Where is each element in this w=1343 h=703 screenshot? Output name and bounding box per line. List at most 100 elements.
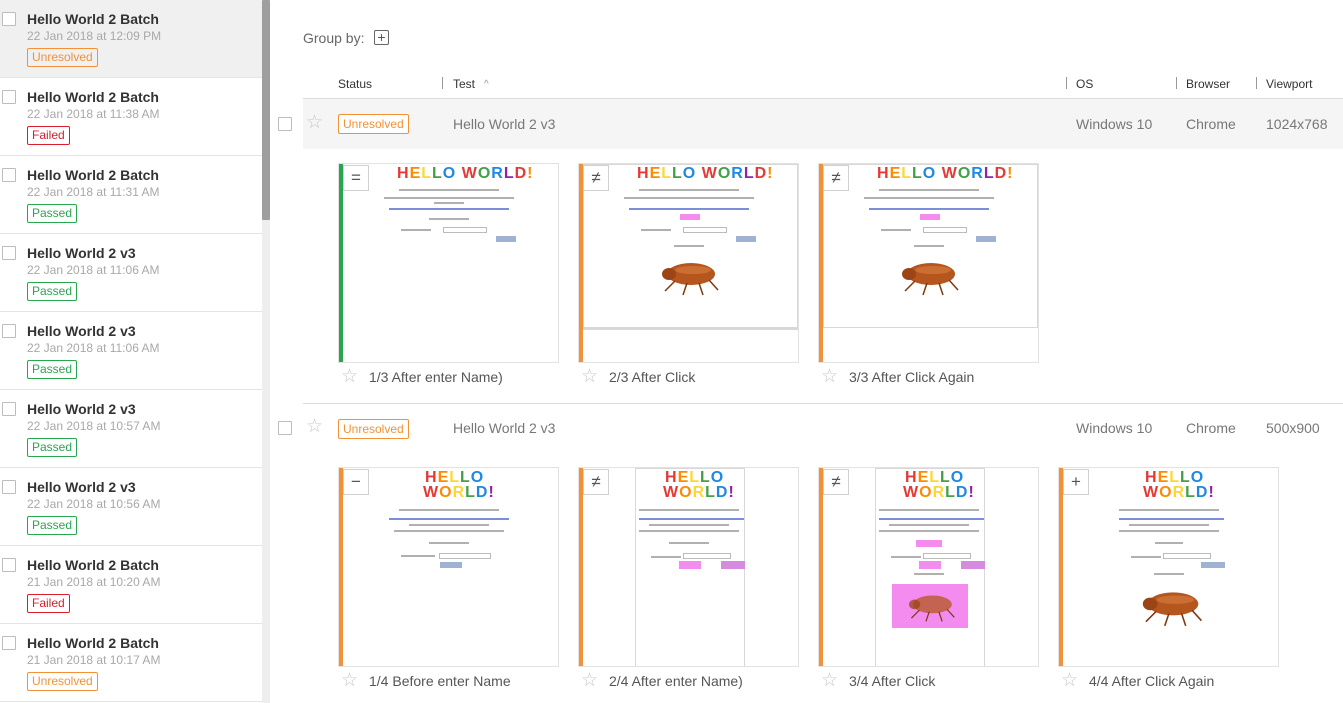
- batch-item[interactable]: Hello World 2 Batch 22 Jan 2018 at 11:31…: [0, 156, 262, 234]
- screenshot-text-line: [889, 524, 969, 526]
- batch-checkbox[interactable]: [2, 324, 16, 338]
- star-icon[interactable]: ☆: [581, 367, 598, 387]
- batch-date: 21 Jan 2018 at 10:20 AM: [27, 575, 161, 589]
- batch-date: 21 Jan 2018 at 10:17 AM: [27, 653, 161, 667]
- batch-status-badge: Passed: [27, 282, 78, 301]
- batch-item[interactable]: Hello World 2 v3 22 Jan 2018 at 10:57 AM…: [0, 390, 262, 468]
- sidebar-scrollbar-thumb[interactable]: [262, 0, 270, 220]
- screenshot-text-line: [639, 530, 739, 532]
- screenshot-button: [736, 236, 756, 242]
- batch-date: 22 Jan 2018 at 11:31 AM: [27, 185, 160, 199]
- column-header-status[interactable]: Status: [338, 77, 372, 91]
- batch-status-badge: Unresolved: [27, 672, 98, 691]
- app-root: Hello World 2 Batch 22 Jan 2018 at 12:09…: [0, 0, 1343, 703]
- star-icon[interactable]: ☆: [581, 671, 598, 691]
- batch-date: 22 Jan 2018 at 11:06 AM: [27, 341, 160, 355]
- not-equal-icon: ≠: [583, 165, 609, 191]
- column-header-browser[interactable]: Browser: [1186, 77, 1230, 91]
- screenshot-text-line: [639, 509, 739, 511]
- batch-status-badge: Passed: [27, 204, 78, 223]
- star-icon[interactable]: ☆: [1061, 671, 1078, 691]
- batch-checkbox[interactable]: [2, 12, 16, 26]
- bedbug-image: [662, 263, 719, 296]
- step-thumbnail[interactable]: = HELLO WORLD!: [338, 163, 559, 363]
- step-label[interactable]: 2/3 After Click: [609, 369, 695, 385]
- test-row-checkbox[interactable]: [278, 421, 292, 435]
- star-icon[interactable]: ☆: [821, 367, 838, 387]
- test-name[interactable]: Hello World 2 v3: [453, 420, 555, 436]
- test-name[interactable]: Hello World 2 v3: [453, 116, 555, 132]
- star-icon[interactable]: ☆: [306, 417, 323, 437]
- batch-checkbox[interactable]: [2, 402, 16, 416]
- batch-checkbox[interactable]: [2, 480, 16, 494]
- screenshot-text-line: [639, 518, 744, 520]
- screenshot-text-line: [401, 555, 435, 557]
- batch-status-badge: Failed: [27, 594, 70, 613]
- batch-item[interactable]: Hello World 2 Batch 21 Jan 2018 at 10:17…: [0, 624, 262, 702]
- batch-item[interactable]: Hello World 2 Batch 22 Jan 2018 at 11:38…: [0, 78, 262, 156]
- batch-item[interactable]: Hello World 2 v3 22 Jan 2018 at 10:56 AM…: [0, 468, 262, 546]
- test-browser: Chrome: [1186, 116, 1236, 132]
- screenshot-text-line: [384, 197, 514, 199]
- step-label[interactable]: 3/4 After Click: [849, 673, 935, 689]
- batch-item[interactable]: Hello World 2 Batch 22 Jan 2018 at 12:09…: [0, 0, 262, 78]
- batch-checkbox[interactable]: [2, 90, 16, 104]
- screenshot-world: WORLD!: [423, 484, 495, 501]
- screenshot-diff-highlight: [920, 214, 940, 220]
- star-icon[interactable]: ☆: [341, 367, 358, 387]
- batch-checkbox[interactable]: [2, 168, 16, 182]
- screenshot-text-line: [1155, 542, 1183, 544]
- screenshot-text-line: [641, 229, 671, 231]
- screenshot-text-line: [389, 208, 509, 210]
- column-separator: [1176, 77, 1177, 89]
- screenshot-text-line: [881, 229, 911, 231]
- step-status-bar: [1059, 468, 1063, 666]
- column-header-test[interactable]: Test: [453, 77, 475, 91]
- screenshot-diff-highlight: [679, 561, 701, 569]
- column-header-viewport[interactable]: Viewport: [1266, 77, 1312, 91]
- step-thumbnail[interactable]: ≠ HELLO WORLD!: [818, 467, 1039, 667]
- step-label[interactable]: 1/4 Before enter Name: [369, 673, 511, 689]
- step-label[interactable]: 3/3 After Click Again: [849, 369, 974, 385]
- sort-ascending-icon[interactable]: ^: [484, 79, 489, 90]
- step-label[interactable]: 4/4 After Click Again: [1089, 673, 1214, 689]
- batch-checkbox[interactable]: [2, 636, 16, 650]
- step-thumbnail[interactable]: ≠ HELLO WORLD!: [578, 163, 799, 363]
- batch-item[interactable]: Hello World 2 Batch 21 Jan 2018 at 10:20…: [0, 546, 262, 624]
- screenshot-input: [1163, 553, 1211, 559]
- test-row-checkbox[interactable]: [278, 117, 292, 131]
- bedbug-image: [902, 263, 959, 296]
- screenshot-text-line: [389, 518, 509, 520]
- batch-name: Hello World 2 Batch: [27, 89, 159, 105]
- step-thumbnail[interactable]: ≠ HELLO WORLD!: [578, 467, 799, 667]
- batch-date: 22 Jan 2018 at 10:57 AM: [27, 419, 161, 433]
- batch-checkbox[interactable]: [2, 246, 16, 260]
- row-divider: [303, 403, 1343, 404]
- not-equal-icon: ≠: [823, 165, 849, 191]
- screenshot-button: [440, 562, 462, 568]
- screenshot-text-line: [401, 229, 431, 231]
- column-header-os[interactable]: OS: [1076, 77, 1093, 91]
- step-thumbnail[interactable]: − HELLO WORLD!: [338, 467, 559, 667]
- screenshot-hello-world: HELLO WORLD!: [877, 165, 1014, 182]
- step-thumbnail[interactable]: ≠ HELLO WORLD!: [818, 163, 1039, 363]
- step-status-bar: [579, 468, 583, 666]
- batch-name: Hello World 2 Batch: [27, 11, 159, 27]
- step-status-bar: [819, 468, 823, 666]
- screenshot-text-line: [624, 197, 754, 199]
- test-browser: Chrome: [1186, 420, 1236, 436]
- star-icon[interactable]: ☆: [821, 671, 838, 691]
- step-label[interactable]: 1/3 After enter Name): [369, 369, 503, 385]
- batch-checkbox[interactable]: [2, 558, 16, 572]
- screenshot-text-line: [914, 573, 944, 575]
- step-label[interactable]: 2/4 After enter Name): [609, 673, 743, 689]
- test-viewport: 500x900: [1266, 420, 1320, 436]
- batch-item[interactable]: Hello World 2 v3 22 Jan 2018 at 11:06 AM…: [0, 234, 262, 312]
- batch-status-badge: Passed: [27, 516, 78, 535]
- star-icon[interactable]: ☆: [341, 671, 358, 691]
- group-by-add-button[interactable]: +: [374, 30, 389, 45]
- screenshot-diff-highlight: [680, 214, 700, 220]
- batch-item[interactable]: Hello World 2 v3 22 Jan 2018 at 11:06 AM…: [0, 312, 262, 390]
- step-thumbnail[interactable]: + HELLO WORLD!: [1058, 467, 1279, 667]
- star-icon[interactable]: ☆: [306, 113, 323, 133]
